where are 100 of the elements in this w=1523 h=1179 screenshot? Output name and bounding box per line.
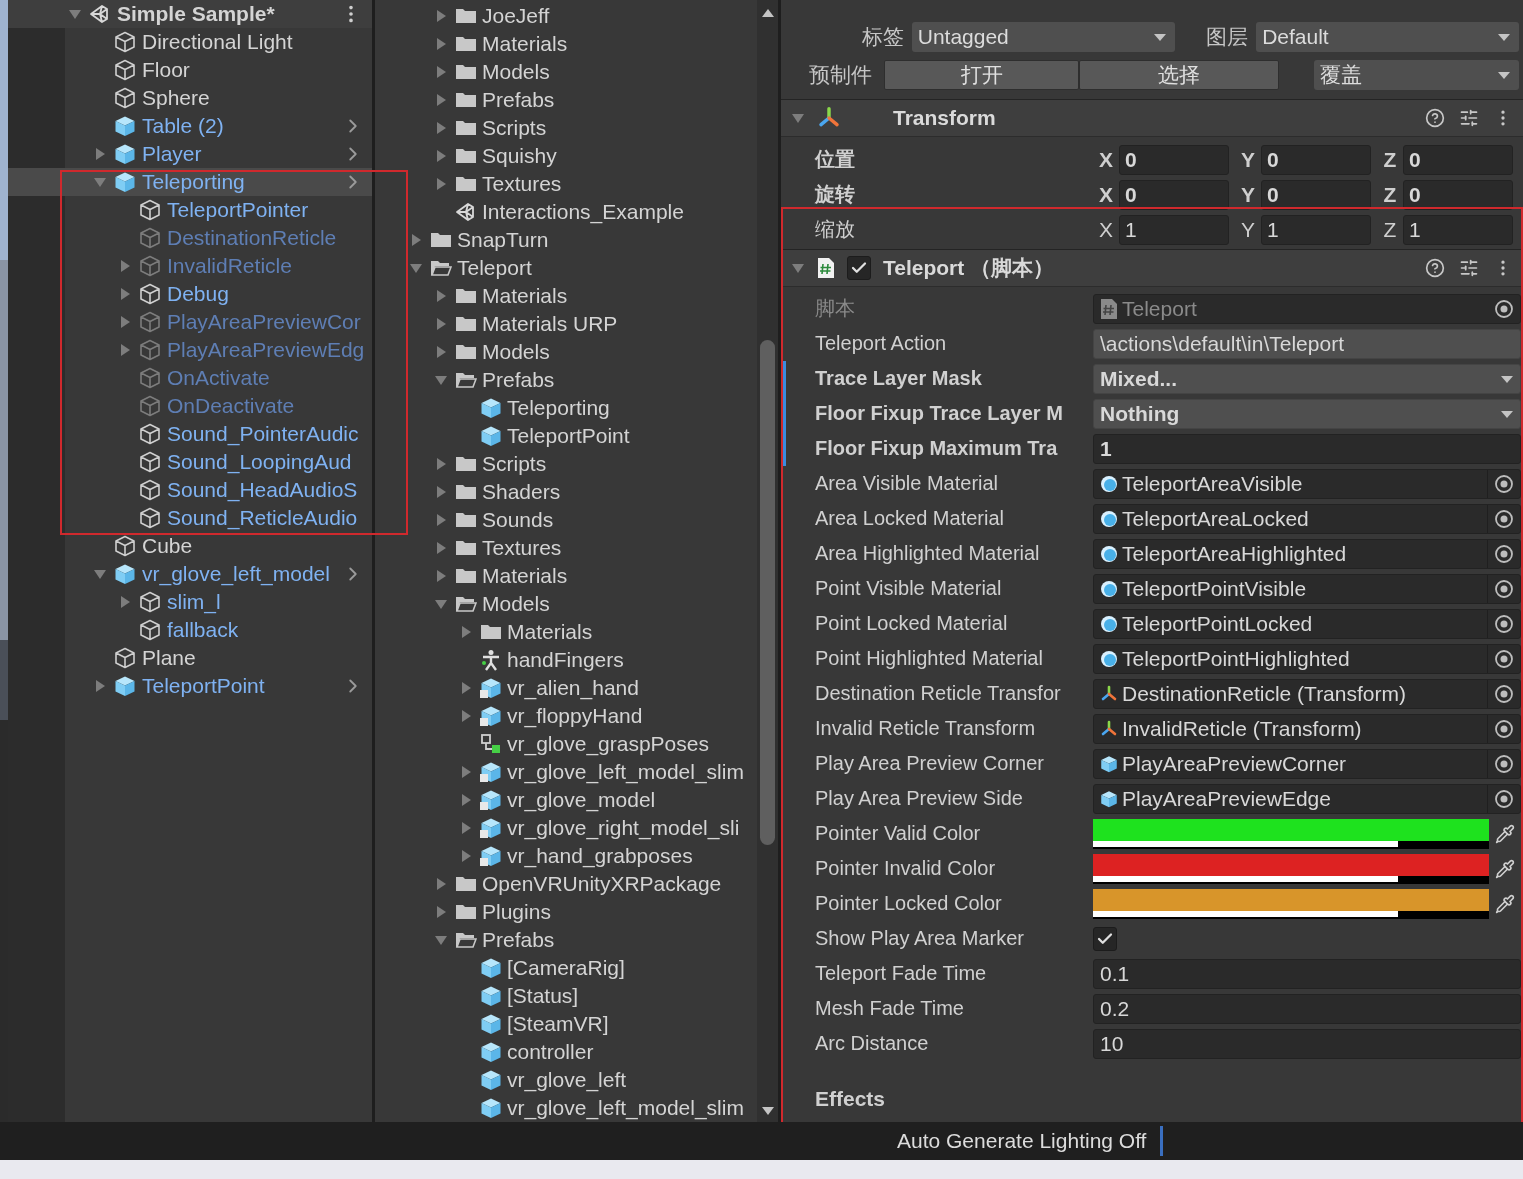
- eyedropper-icon[interactable]: [1495, 823, 1515, 844]
- prefab-button[interactable]: 打开: [884, 60, 1079, 90]
- expanded-arrow-icon[interactable]: [93, 567, 107, 581]
- number-field[interactable]: 1: [1119, 214, 1229, 245]
- collapsed-arrow-icon[interactable]: [434, 345, 448, 359]
- expanded-arrow-icon[interactable]: [434, 597, 448, 611]
- folder-item[interactable]: Materials: [375, 30, 757, 58]
- expanded-arrow-icon[interactable]: [434, 373, 448, 387]
- object-field[interactable]: PlayAreaPreviewEdge: [1093, 783, 1521, 814]
- collapsed-arrow-icon[interactable]: [434, 877, 448, 891]
- asset-item[interactable]: controller: [375, 1038, 757, 1066]
- asset-item[interactable]: [SteamVR]: [375, 1010, 757, 1038]
- asset-item[interactable]: vr_glove_left: [375, 1066, 757, 1094]
- collapsed-arrow-icon[interactable]: [434, 149, 448, 163]
- collapsed-arrow-icon[interactable]: [434, 541, 448, 555]
- collapsed-arrow-icon[interactable]: [434, 457, 448, 471]
- dropdown-field[interactable]: Nothing: [1093, 398, 1521, 429]
- color-swatch[interactable]: [1093, 853, 1489, 884]
- asset-item[interactable]: vr_alien_hand: [375, 674, 757, 702]
- folder-item[interactable]: Plugins: [375, 898, 757, 926]
- folder-item[interactable]: Scripts: [375, 114, 757, 142]
- collapsed-arrow-icon[interactable]: [118, 595, 132, 609]
- folder-item[interactable]: Materials URP: [375, 310, 757, 338]
- object-picker-icon[interactable]: [1494, 753, 1514, 774]
- number-field[interactable]: 0: [1119, 144, 1229, 175]
- collapsed-arrow-icon[interactable]: [459, 793, 473, 807]
- collapsed-arrow-icon[interactable]: [434, 289, 448, 303]
- prefab-button[interactable]: 选择: [1079, 60, 1279, 90]
- asset-item[interactable]: handFingers: [375, 646, 757, 674]
- collapsed-arrow-icon[interactable]: [459, 849, 473, 863]
- hierarchy-item[interactable]: TeleportPoint: [8, 672, 372, 700]
- hierarchy-item[interactable]: vr_glove_left_model: [8, 560, 372, 588]
- collapsed-arrow-icon[interactable]: [459, 681, 473, 695]
- hierarchy-item[interactable]: Debug: [8, 280, 372, 308]
- eyedropper-icon[interactable]: [1495, 893, 1515, 914]
- collapsed-arrow-icon[interactable]: [409, 233, 423, 247]
- hierarchy-item[interactable]: Sound_PointerAudic: [8, 420, 372, 448]
- layer-dropdown[interactable]: Default: [1256, 22, 1519, 52]
- collapsed-arrow-icon[interactable]: [434, 65, 448, 79]
- hierarchy-item[interactable]: Floor: [8, 56, 372, 84]
- help-icon[interactable]: [1425, 258, 1445, 278]
- folder-item[interactable]: Materials: [375, 282, 757, 310]
- asset-item[interactable]: vr_glove_left_model_slim: [375, 1094, 757, 1122]
- folder-item[interactable]: SnapTurn: [375, 226, 757, 254]
- expanded-arrow-icon[interactable]: [791, 111, 805, 125]
- collapsed-arrow-icon[interactable]: [459, 625, 473, 639]
- collapsed-arrow-icon[interactable]: [434, 513, 448, 527]
- hierarchy-item[interactable]: Sound_ReticleAudio: [8, 504, 372, 532]
- object-picker-icon[interactable]: [1494, 613, 1514, 634]
- collapsed-arrow-icon[interactable]: [434, 569, 448, 583]
- object-field[interactable]: DestinationReticle (Transform): [1093, 678, 1521, 709]
- object-picker-icon[interactable]: [1494, 578, 1514, 599]
- object-field[interactable]: TeleportAreaVisible: [1093, 468, 1521, 499]
- collapsed-arrow-icon[interactable]: [434, 93, 448, 107]
- hierarchy-item[interactable]: Plane: [8, 644, 372, 672]
- expanded-arrow-icon[interactable]: [68, 7, 82, 21]
- number-field[interactable]: 1: [1093, 433, 1521, 464]
- overrides-dropdown[interactable]: 覆盖: [1314, 60, 1519, 90]
- hierarchy-item[interactable]: Sound_LoopingAud: [8, 448, 372, 476]
- collapsed-arrow-icon[interactable]: [93, 147, 107, 161]
- scrollbar-thumb[interactable]: [760, 340, 775, 845]
- collapsed-arrow-icon[interactable]: [434, 37, 448, 51]
- collapsed-arrow-icon[interactable]: [434, 9, 448, 23]
- object-picker-icon[interactable]: [1494, 718, 1514, 739]
- folder-item[interactable]: Teleport: [375, 254, 757, 282]
- object-picker-icon[interactable]: [1494, 508, 1514, 529]
- collapsed-arrow-icon[interactable]: [434, 905, 448, 919]
- scroll-up-icon[interactable]: [760, 8, 775, 18]
- component-enabled-checkbox[interactable]: [847, 256, 871, 280]
- asset-item[interactable]: vr_floppyHand: [375, 702, 757, 730]
- folder-item[interactable]: JoeJeff: [375, 2, 757, 30]
- object-field[interactable]: TeleportPointLocked: [1093, 608, 1521, 639]
- object-field[interactable]: PlayAreaPreviewCorner: [1093, 748, 1521, 779]
- presets-icon[interactable]: [1459, 258, 1479, 278]
- hierarchy-item[interactable]: Cube: [8, 532, 372, 560]
- checkbox[interactable]: [1093, 926, 1117, 951]
- scroll-down-icon[interactable]: [760, 1106, 775, 1116]
- hierarchy-item[interactable]: Player: [8, 140, 372, 168]
- expanded-arrow-icon[interactable]: [93, 175, 107, 189]
- asset-item[interactable]: TeleportPoint: [375, 422, 757, 450]
- number-field[interactable]: 0: [1403, 144, 1513, 175]
- folder-item[interactable]: Prefabs: [375, 926, 757, 954]
- asset-item[interactable]: Teleporting: [375, 394, 757, 422]
- collapsed-arrow-icon[interactable]: [434, 485, 448, 499]
- folder-item[interactable]: Shaders: [375, 478, 757, 506]
- object-field[interactable]: TeleportAreaLocked: [1093, 503, 1521, 534]
- collapsed-arrow-icon[interactable]: [434, 317, 448, 331]
- number-field[interactable]: 0: [1119, 179, 1229, 210]
- hierarchy-item[interactable]: Table (2): [8, 112, 372, 140]
- hierarchy-item[interactable]: fallback: [8, 616, 372, 644]
- object-field[interactable]: InvalidReticle (Transform): [1093, 713, 1521, 744]
- hierarchy-item[interactable]: TeleportPointer: [8, 196, 372, 224]
- folder-item[interactable]: Models: [375, 58, 757, 86]
- eyedropper-icon[interactable]: [1495, 858, 1515, 879]
- hierarchy-item[interactable]: Sound_HeadAudioS: [8, 476, 372, 504]
- folder-item[interactable]: Textures: [375, 534, 757, 562]
- asset-item[interactable]: vr_glove_left_model_slim: [375, 758, 757, 786]
- object-picker-icon[interactable]: [1494, 298, 1514, 319]
- folder-item[interactable]: Models: [375, 338, 757, 366]
- number-field[interactable]: 10: [1093, 1028, 1521, 1059]
